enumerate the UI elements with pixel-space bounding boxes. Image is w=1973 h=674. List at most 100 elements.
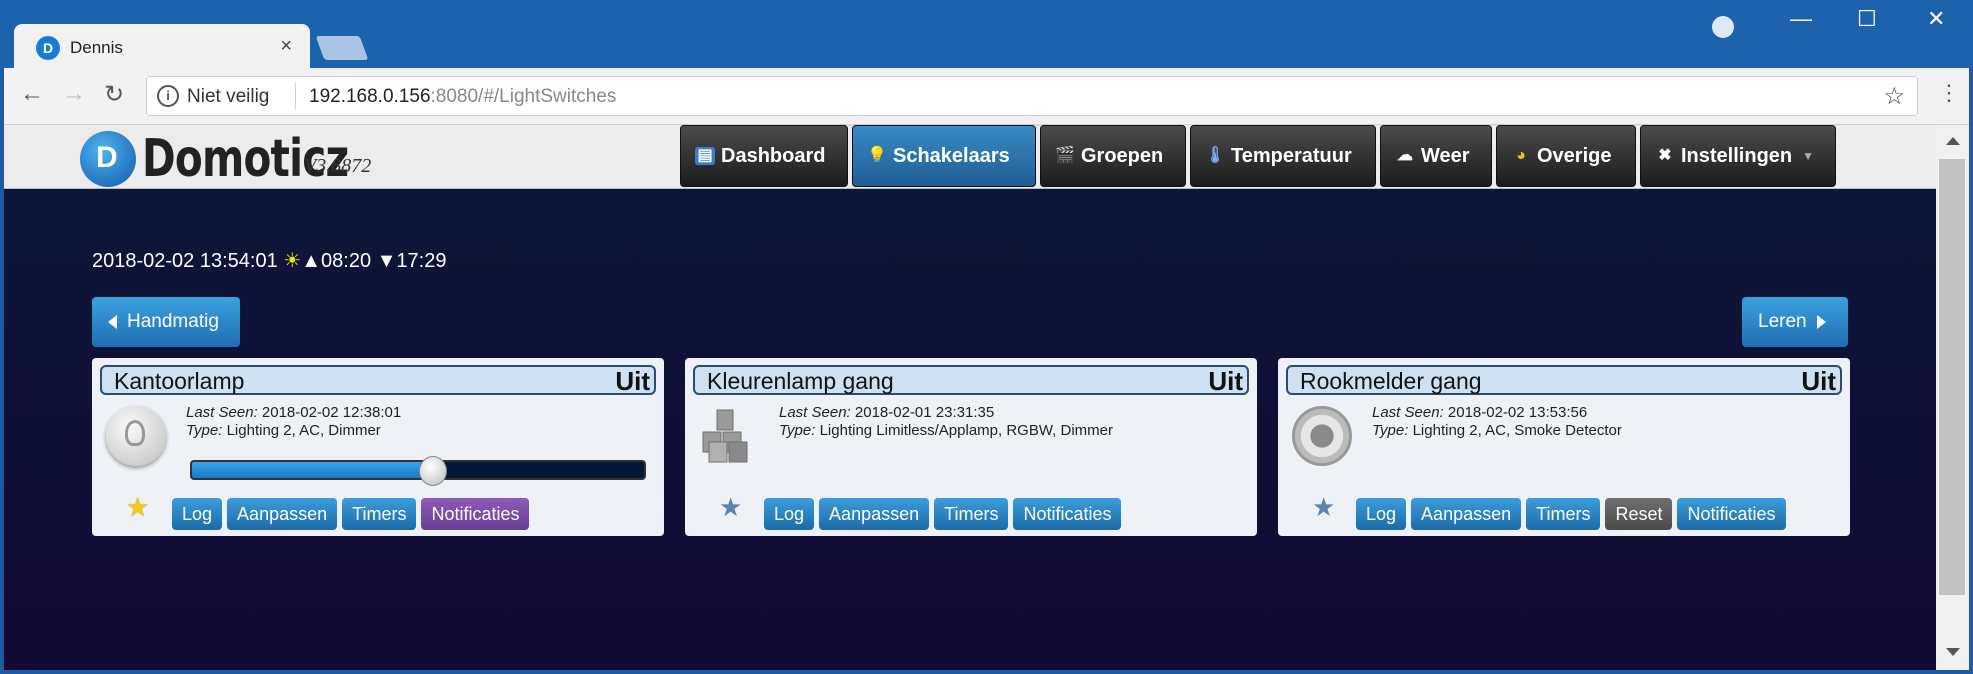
device-name: Kantoorlamp [114, 368, 245, 394]
device-name: Rookmelder gang [1300, 368, 1482, 394]
timers-button[interactable]: Timers [1526, 498, 1601, 530]
arrow-left-icon [108, 315, 117, 329]
favorite-star-icon[interactable]: ★ [719, 492, 742, 523]
type-label: Type: [1372, 422, 1409, 439]
nav-groepen[interactable]: 🎬 Groepen [1040, 125, 1186, 187]
learn-button-label: Leren [1758, 311, 1807, 332]
nav-instellingen[interactable]: ✖ Instellingen ▼ [1640, 125, 1836, 187]
device-status: Uit [1801, 366, 1836, 396]
url-path: :8080/#/LightSwitches [430, 86, 617, 107]
domoticz-page: D Domoticz V3.8872 ▤ Dashboard 💡 Schakel… [4, 125, 1936, 670]
bookmark-star-icon[interactable]: ☆ [1883, 82, 1905, 111]
nav-label: Temperatuur [1231, 144, 1352, 167]
close-window-icon[interactable]: ✕ [1927, 6, 1945, 32]
dimmer-slider[interactable] [190, 456, 646, 486]
browser-window: D Dennis × — ☐ ✕ ← → ↻ i Niet veilig 192… [0, 0, 1973, 674]
nav-label: Instellingen [1681, 144, 1793, 167]
device-name: Kleurenlamp gang [707, 368, 894, 394]
current-datetime: 2018-02-02 13:54:01 [92, 250, 278, 272]
smoke-detector-icon[interactable] [1292, 406, 1352, 466]
forward-icon[interactable]: → [62, 80, 86, 108]
cubes-icon[interactable] [699, 406, 759, 466]
device-info: Last Seen: 2018-02-02 13:53:56 Type: Lig… [1372, 404, 1622, 440]
sunset-time: ▼17:29 [376, 250, 447, 272]
dimmer-fill [192, 462, 432, 478]
minimize-icon[interactable]: — [1790, 6, 1812, 32]
nav-label: Overige [1537, 144, 1612, 167]
device-actions: Log Aanpassen Timers Notificaties [172, 498, 530, 530]
manual-button[interactable]: Handmatig [92, 297, 240, 347]
last-seen-value: 2018-02-01 23:31:35 [854, 404, 995, 421]
clapper-icon: 🎬 [1055, 147, 1075, 164]
nav-label: Weer [1421, 144, 1470, 167]
last-seen-label: Last Seen: [1372, 404, 1444, 421]
dashboard-icon: ▤ [695, 147, 715, 165]
new-tab-button[interactable] [315, 36, 369, 60]
last-seen-value: 2018-02-02 13:53:56 [1447, 404, 1588, 421]
edit-button[interactable]: Aanpassen [1411, 498, 1522, 530]
scroll-up-icon[interactable] [1946, 137, 1960, 145]
page-scrollbar[interactable] [1936, 125, 1969, 670]
scroll-thumb[interactable] [1939, 159, 1965, 595]
nav-schakelaars[interactable]: 💡 Schakelaars [852, 125, 1036, 187]
learn-button[interactable]: Leren [1742, 297, 1848, 347]
url-divider [295, 83, 296, 109]
url-input[interactable]: i Niet veilig 192.168.0.156:8080/#/Light… [146, 76, 1918, 116]
rain-cloud-icon: ☁ [1397, 147, 1413, 164]
reload-icon[interactable]: ↻ [104, 80, 124, 109]
type-value: Lighting 2, AC, Dimmer [226, 422, 381, 439]
last-seen-label: Last Seen: [186, 404, 258, 421]
browser-menu-icon[interactable]: ⋮ [1938, 80, 1960, 106]
edit-button[interactable]: Aanpassen [227, 498, 338, 530]
back-icon[interactable]: ← [20, 80, 44, 108]
domoticz-logo-icon[interactable]: D [80, 131, 136, 187]
tools-icon: ✖ [1658, 147, 1672, 164]
nav-label: Schakelaars [893, 144, 1010, 167]
lightbulb-icon[interactable] [106, 406, 166, 466]
domoticz-favicon-icon: D [36, 36, 60, 60]
sun-icon: ☀ [283, 250, 302, 272]
timers-button[interactable]: Timers [342, 498, 417, 530]
notifications-button[interactable]: Notificaties [1013, 498, 1122, 530]
device-header: Kleurenlamp gang Uit [693, 365, 1249, 396]
favorite-star-icon[interactable]: ★ [1312, 492, 1335, 523]
device-header: Rookmelder gang Uit [1286, 365, 1842, 396]
log-button[interactable]: Log [764, 498, 815, 530]
nav-label: Dashboard [721, 144, 826, 167]
tab-title: Dennis [70, 38, 123, 57]
device-header: Kantoorlamp Uit [100, 365, 656, 396]
security-label[interactable]: Niet veilig [187, 86, 269, 108]
url-host: 192.168.0.156 [309, 86, 431, 107]
type-label: Type: [779, 422, 816, 439]
log-button[interactable]: Log [1356, 498, 1407, 530]
reset-button[interactable]: Reset [1605, 498, 1673, 530]
nav-overige[interactable]: ◕ Overige [1496, 125, 1636, 187]
log-button[interactable]: Log [172, 498, 223, 530]
browser-tab[interactable]: D Dennis × [14, 24, 310, 70]
url-text[interactable]: 192.168.0.156:8080/#/LightSwitches [309, 86, 616, 108]
nav-weer[interactable]: ☁ Weer [1380, 125, 1492, 187]
close-icon[interactable]: × [280, 35, 292, 58]
nav-dashboard[interactable]: ▤ Dashboard [680, 125, 848, 187]
dimmer-handle[interactable] [418, 456, 447, 486]
app-version: V3.8872 [304, 155, 372, 177]
notifications-button[interactable]: Notificaties [421, 498, 530, 530]
thermometer-icon: 🌡 [1205, 147, 1226, 164]
edit-button[interactable]: Aanpassen [819, 498, 930, 530]
manual-button-label: Handmatig [127, 311, 219, 332]
app-header: D Domoticz V3.8872 ▤ Dashboard 💡 Schakel… [4, 125, 1936, 189]
favorite-star-icon[interactable]: ★ [126, 492, 149, 523]
sunrise-time: ▲08:20 [301, 250, 372, 272]
nav-label: Groepen [1081, 144, 1164, 167]
device-card-rookmelder: Rookmelder gang Uit Last Seen: 2018-02-0… [1278, 358, 1850, 536]
notifications-button[interactable]: Notificaties [1677, 498, 1786, 530]
maximize-icon[interactable]: ☐ [1857, 6, 1877, 32]
profile-icon[interactable] [1712, 16, 1734, 38]
clock-bar: 2018-02-02 13:54:01 ☀▲08:20 ▼17:29 [92, 248, 446, 273]
type-value: Lighting 2, AC, Smoke Detector [1412, 422, 1622, 439]
nav-temperatuur[interactable]: 🌡 Temperatuur [1190, 125, 1376, 187]
info-icon[interactable]: i [157, 85, 179, 107]
device-info: Last Seen: 2018-02-01 23:31:35 Type: Lig… [779, 404, 1113, 440]
scroll-down-icon[interactable] [1946, 648, 1960, 656]
timers-button[interactable]: Timers [934, 498, 1009, 530]
